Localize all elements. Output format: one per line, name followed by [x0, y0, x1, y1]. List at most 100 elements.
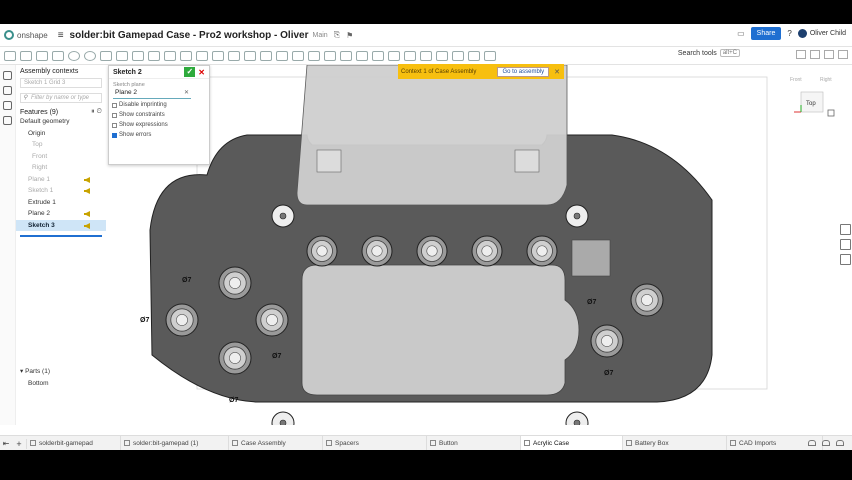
diameter-dimension[interactable]: Ø7: [587, 299, 596, 306]
feature-item[interactable]: Origin: [16, 128, 106, 140]
feature-item[interactable]: Right: [16, 162, 106, 174]
undo-icon[interactable]: [4, 50, 16, 61]
feature-item[interactable]: Plane 1: [16, 174, 106, 186]
diameter-dimension[interactable]: Ø7: [272, 353, 281, 360]
offset-tool-icon[interactable]: [180, 50, 192, 61]
fix-tool-icon[interactable]: [468, 50, 480, 61]
graphics-area[interactable]: Ø7 Ø7 Ø7 Ø7 Ø7 Ø7: [107, 65, 837, 425]
configurations-icon[interactable]: [839, 254, 851, 265]
parts-header[interactable]: ▾ Parts (1): [16, 366, 106, 378]
add-tab-button[interactable]: +: [12, 438, 27, 449]
section-view-icon[interactable]: [824, 50, 834, 59]
document-tab[interactable]: solder:bit-gamepad (1): [121, 436, 229, 450]
diameter-dimension[interactable]: Ø7: [140, 317, 149, 324]
sketch-option-checkbox[interactable]: Show constraints: [109, 110, 209, 120]
feature-item[interactable]: Extrude 1: [16, 197, 106, 209]
rectangle-tool-icon[interactable]: [52, 50, 64, 61]
fillet-tool-icon[interactable]: [164, 50, 176, 61]
vertical-tool-icon[interactable]: [356, 50, 368, 61]
version-icon[interactable]: ⚑: [346, 31, 353, 40]
feature-item[interactable]: Sketch 3: [16, 219, 106, 231]
checkbox-icon[interactable]: [112, 132, 117, 138]
close-banner-icon[interactable]: ✕: [554, 68, 560, 76]
rollback-bar[interactable]: [20, 235, 102, 237]
clear-x-icon[interactable]: ✕: [184, 89, 189, 96]
dimension-tool-icon[interactable]: [260, 50, 272, 61]
display-mode-icon[interactable]: [810, 50, 820, 59]
assembly-context-select[interactable]: Sketch 1 Grid 3: [20, 78, 102, 88]
measure-icon[interactable]: [839, 239, 851, 250]
appearance-icon[interactable]: [839, 224, 851, 235]
parallel-tool-icon[interactable]: [308, 50, 320, 61]
pierce-tool-icon[interactable]: [436, 50, 448, 61]
redo-icon[interactable]: [20, 50, 32, 61]
extend-tool-icon[interactable]: [212, 50, 224, 61]
sketch-option-checkbox[interactable]: Disable imprinting: [109, 100, 209, 110]
use-tool-icon[interactable]: [244, 50, 256, 61]
branch-label[interactable]: Main: [313, 32, 328, 39]
spline-tool-icon[interactable]: [116, 50, 128, 61]
cloud-status-icon[interactable]: [808, 440, 816, 446]
document-tab[interactable]: solderbit-gamepad: [27, 436, 121, 450]
feature-item[interactable]: Sketch 1: [16, 185, 106, 197]
view-options-icon[interactable]: [796, 50, 806, 59]
document-tab[interactable]: Spacers: [323, 436, 427, 450]
feature-item[interactable]: Front: [16, 151, 106, 163]
tangent-tool-icon[interactable]: [324, 50, 336, 61]
sketch-option-checkbox[interactable]: Show errors: [109, 130, 209, 140]
diameter-dimension[interactable]: Ø7: [182, 277, 191, 284]
symmetric-tool-icon[interactable]: [452, 50, 464, 61]
render-mode-icon[interactable]: [838, 50, 848, 59]
polygon-tool-icon[interactable]: [100, 50, 112, 61]
feature-item[interactable]: Top: [16, 139, 106, 151]
print-icon[interactable]: [822, 440, 830, 446]
document-tab[interactable]: Case Assembly: [229, 436, 323, 450]
checkbox-icon[interactable]: [112, 102, 117, 108]
document-tab[interactable]: Button: [427, 436, 521, 450]
share-button[interactable]: Share: [750, 27, 782, 40]
go-to-assembly-button[interactable]: Go to assembly: [497, 66, 550, 77]
text-tool-icon[interactable]: [148, 50, 160, 61]
accept-check-icon[interactable]: ✓: [184, 67, 196, 77]
sketch-plane-field[interactable]: Plane 2 ✕: [113, 89, 191, 99]
feature-list-icon[interactable]: [3, 71, 12, 80]
diameter-dimension[interactable]: Ø7: [604, 370, 613, 377]
feature-item[interactable]: Default geometry: [16, 116, 106, 128]
line-tool-icon[interactable]: [36, 50, 48, 61]
feature-item[interactable]: Plane 2: [16, 208, 106, 220]
user-menu[interactable]: Oliver Child: [797, 29, 846, 38]
trim-tool-icon[interactable]: [196, 50, 208, 61]
horizontal-tool-icon[interactable]: [340, 50, 352, 61]
cancel-x-icon[interactable]: ✕: [198, 68, 205, 77]
onshape-logo[interactable]: onshape: [4, 30, 48, 40]
checkbox-icon[interactable]: [112, 112, 117, 118]
point-tool-icon[interactable]: [132, 50, 144, 61]
midpoint-tool-icon[interactable]: [404, 50, 416, 61]
concentric-tool-icon[interactable]: [292, 50, 304, 61]
checkbox-icon[interactable]: [112, 122, 117, 128]
mirror-tool-icon[interactable]: [228, 50, 240, 61]
rollback-controls-icon[interactable]: ⏸ ⏲: [91, 108, 102, 116]
variables-icon[interactable]: [3, 116, 12, 125]
document-title[interactable]: solder:bit Gamepad Case - Pro2 workshop …: [70, 30, 309, 41]
normal-tool-icon[interactable]: [420, 50, 432, 61]
construction-tool-icon[interactable]: [484, 50, 496, 61]
diameter-dimension[interactable]: Ø7: [229, 397, 238, 404]
feature-filter-input[interactable]: Filter by name or type: [20, 93, 102, 103]
view-cube-menu-icon[interactable]: [827, 109, 835, 117]
tab-list-icon[interactable]: ⇤: [0, 439, 12, 448]
circle-tool-icon[interactable]: [68, 50, 80, 61]
arc-tool-icon[interactable]: [84, 50, 96, 61]
equal-tool-icon[interactable]: [388, 50, 400, 61]
document-tab[interactable]: Battery Box: [623, 436, 727, 450]
coincident-tool-icon[interactable]: [276, 50, 288, 61]
document-tab[interactable]: Acrylic Case: [521, 436, 623, 450]
menu-icon[interactable]: ≡: [58, 30, 64, 41]
comments-icon[interactable]: [3, 86, 12, 95]
link-icon[interactable]: ⎘: [334, 30, 340, 40]
part-item-bottom[interactable]: Bottom: [16, 378, 106, 390]
notifications-icon[interactable]: ▭: [737, 29, 745, 38]
sketch-option-checkbox[interactable]: Show expressions: [109, 120, 209, 130]
help-icon[interactable]: ?: [787, 29, 791, 38]
perpendicular-tool-icon[interactable]: [372, 50, 384, 61]
